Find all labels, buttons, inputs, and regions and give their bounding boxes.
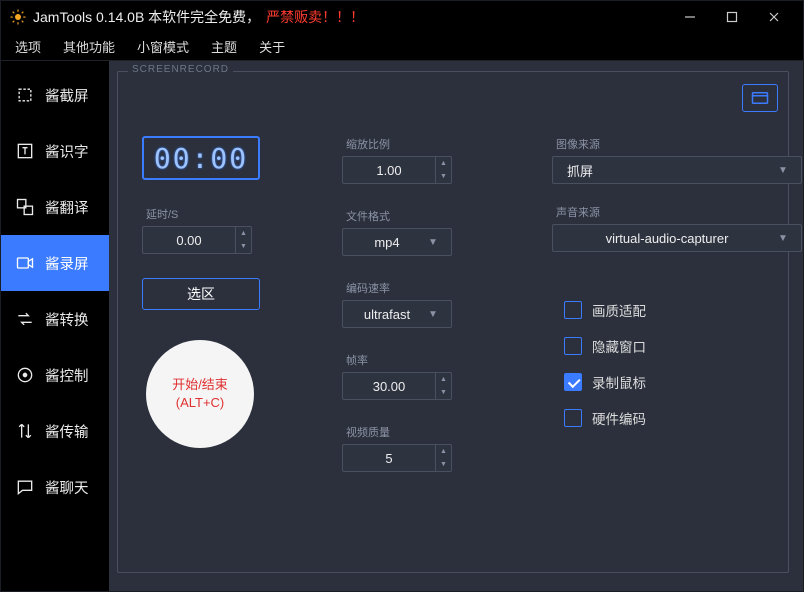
sidebar-item-screenshot[interactable]: 酱截屏 [1,67,109,123]
sidebar-item-label: 酱转换 [45,309,89,330]
quality-value: 5 [343,451,435,466]
sidebar-item-record[interactable]: 酱录屏 [1,235,109,291]
app-title: JamTools 0.14.0B 本软件完全免费， [33,7,260,27]
convert-icon [15,309,35,329]
preset-value: ultrafast [351,307,423,322]
translate-icon [15,197,35,217]
sidebar-item-label: 酱聊天 [45,477,89,498]
timer-value: 00:00 [154,142,248,175]
check-record-mouse[interactable]: 录制鼠标 [564,372,802,392]
scale-spinbox[interactable]: 1.00 ▲▼ [342,156,452,184]
preset-label: 编码速率 [342,280,492,296]
sidebar-item-label: 酱控制 [45,365,89,386]
sidebar-item-label: 酱传输 [45,421,89,442]
video-source-value: 抓屏 [561,161,773,180]
fps-label: 帧率 [342,352,492,368]
chevron-down-icon: ▼ [423,309,443,320]
text-icon [15,141,35,161]
main-panel: SCREENRECORD 00:00 延时/S 0.00 ▲▼ [109,61,803,591]
sidebar-item-label: 酱截屏 [45,85,89,106]
delay-value: 0.00 [143,233,235,248]
crop-icon [15,85,35,105]
menu-options[interactable]: 选项 [5,33,51,60]
check-quality-adapt[interactable]: 画质适配 [564,300,802,320]
sidebar-item-ocr[interactable]: 酱识字 [1,123,109,179]
checkbox-icon [564,337,582,355]
titlebar: JamTools 0.14.0B 本软件完全免费， 严禁贩卖！！！ [1,1,803,33]
panel-title: SCREENRECORD [128,64,233,75]
record-label-1: 开始/结束 [172,376,228,394]
control-icon [15,365,35,385]
audio-source-label: 声音来源 [552,204,802,220]
record-button[interactable]: 开始/结束 (ALT+C) [146,340,254,448]
fps-value: 30.00 [343,379,435,394]
sidebar-item-label: 酱录屏 [45,253,89,274]
format-combo[interactable]: mp4 ▼ [342,228,452,256]
close-button[interactable] [753,1,795,33]
menu-about[interactable]: 关于 [249,33,295,60]
maximize-button[interactable] [711,1,753,33]
record-icon [15,253,35,273]
chat-icon [15,477,35,497]
sidebar-item-transfer[interactable]: 酱传输 [1,403,109,459]
record-label-2: (ALT+C) [176,394,225,412]
preset-combo[interactable]: ultrafast ▼ [342,300,452,328]
quality-label: 视频质量 [342,424,492,440]
checkbox-icon [564,301,582,319]
sidebar-item-control[interactable]: 酱控制 [1,347,109,403]
select-region-label: 选区 [187,284,215,304]
menu-miniwin[interactable]: 小窗模式 [127,33,199,60]
delay-label: 延时/S [142,206,282,222]
sidebar-item-convert[interactable]: 酱转换 [1,291,109,347]
check-label: 画质适配 [592,300,646,320]
format-value: mp4 [351,235,423,250]
check-hw-encode[interactable]: 硬件编码 [564,408,802,428]
menu-theme[interactable]: 主题 [201,33,247,60]
fps-spinbox[interactable]: 30.00 ▲▼ [342,372,452,400]
menubar: 选项 其他功能 小窗模式 主题 关于 [1,33,803,61]
checkbox-icon [564,373,582,391]
check-label: 录制鼠标 [592,372,646,392]
audio-source-combo[interactable]: virtual-audio-capturer ▼ [552,224,802,252]
scale-value: 1.00 [343,163,435,178]
sidebar-item-chat[interactable]: 酱聊天 [1,459,109,515]
video-source-label: 图像来源 [552,136,802,152]
popout-button[interactable] [742,84,778,112]
check-label: 隐藏窗口 [592,336,646,356]
check-label: 硬件编码 [592,408,646,428]
quality-spinbox[interactable]: 5 ▲▼ [342,444,452,472]
menu-extras[interactable]: 其他功能 [53,33,125,60]
sidebar: 酱截屏 酱识字 酱翻译 酱录屏 酱转换 酱控制 酱传输 酱聊天 [1,61,109,591]
select-region-button[interactable]: 选区 [142,278,260,310]
scale-label: 缩放比例 [342,136,492,152]
audio-source-value: virtual-audio-capturer [561,231,773,246]
chevron-down-icon: ▼ [423,237,443,248]
sidebar-item-label: 酱翻译 [45,197,89,218]
check-hide-window[interactable]: 隐藏窗口 [564,336,802,356]
chevron-down-icon: ▼ [773,233,793,244]
screenrecord-group: SCREENRECORD 00:00 延时/S 0.00 ▲▼ [117,71,789,573]
timer-display: 00:00 [142,136,260,180]
checkbox-icon [564,409,582,427]
sidebar-item-label: 酱识字 [45,141,89,162]
video-source-combo[interactable]: 抓屏 ▼ [552,156,802,184]
delay-spinbox[interactable]: 0.00 ▲▼ [142,226,252,254]
format-label: 文件格式 [342,208,492,224]
minimize-button[interactable] [669,1,711,33]
app-logo-icon [9,8,27,26]
chevron-down-icon: ▼ [773,165,793,176]
sidebar-item-translate[interactable]: 酱翻译 [1,179,109,235]
app-warning: 严禁贩卖！！！ [266,7,364,27]
transfer-icon [15,421,35,441]
